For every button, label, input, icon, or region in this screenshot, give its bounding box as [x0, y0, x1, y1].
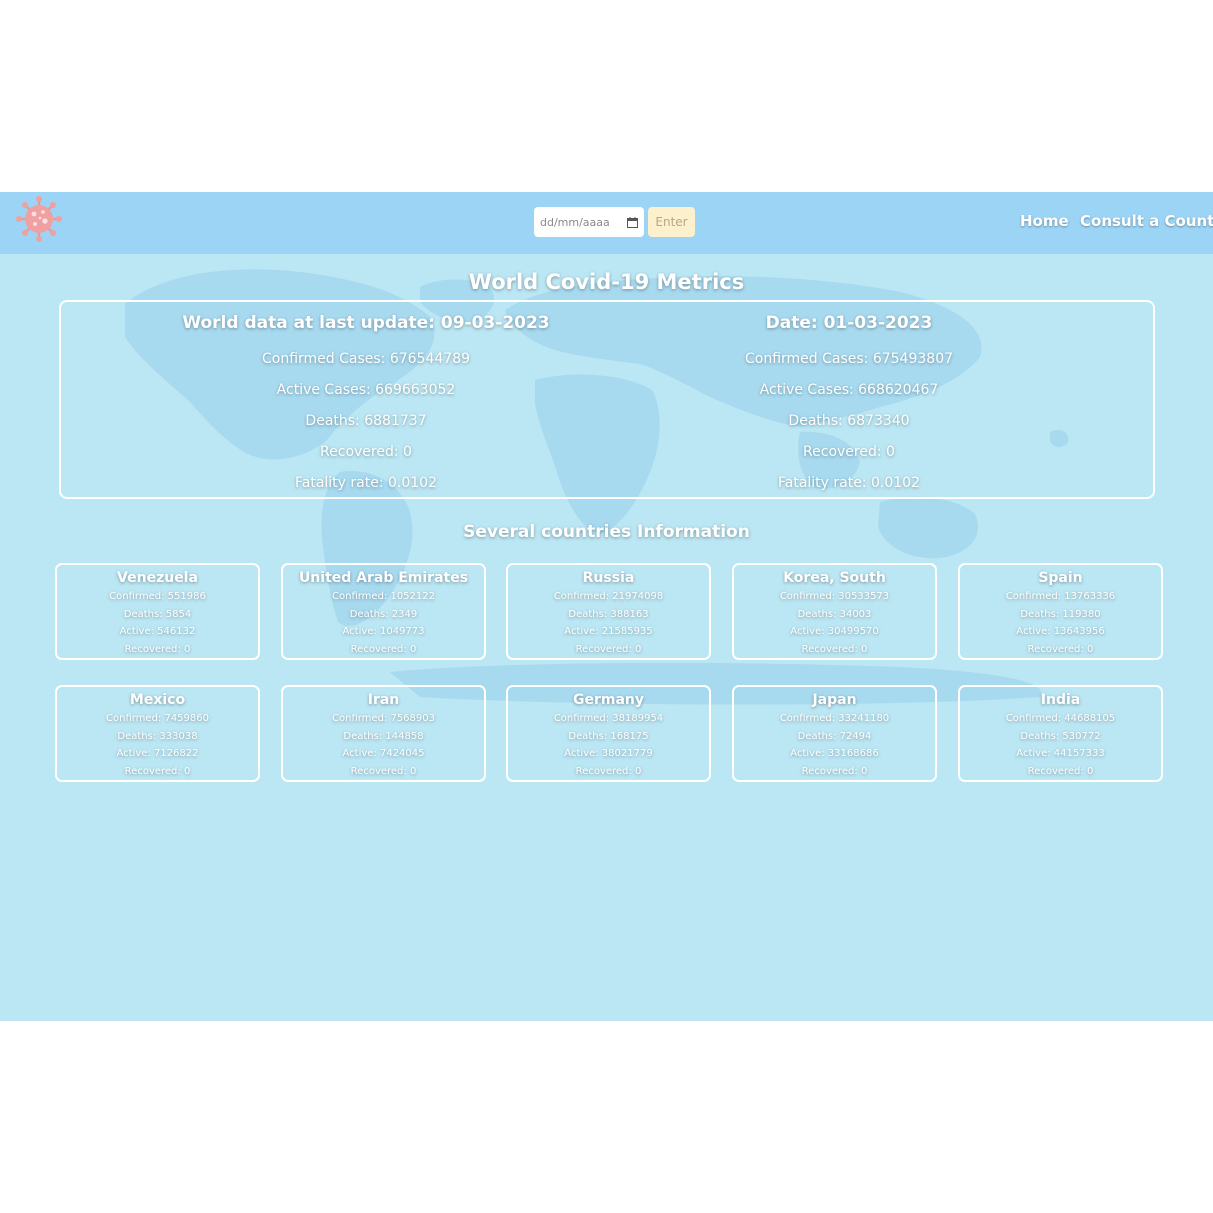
nav-home-link[interactable]: Home	[1020, 212, 1069, 230]
country-deaths: Deaths: 2349	[349, 608, 418, 620]
country-deaths: Deaths: 144858	[343, 730, 424, 742]
selected-deaths: Deaths: 6873340	[788, 413, 910, 429]
country-name: United Arab Emirates	[298, 570, 469, 586]
country-deaths: Deaths: 168175	[568, 730, 649, 742]
country-deaths: Deaths: 333038	[117, 730, 198, 742]
country-deaths: Deaths: 72494	[797, 730, 872, 742]
latest-fatality-rate: Fatality rate: 0.0102	[294, 475, 437, 491]
world-selected-date-panel: Date: 01-03-2023 Confirmed Cases: 675493…	[599, 310, 1099, 499]
country-card-spain: Spain Confirmed: 13763336 Deaths: 119380…	[958, 563, 1163, 660]
date-input[interactable]: dd/mm/aaaa	[534, 207, 644, 237]
calendar-icon[interactable]	[627, 216, 638, 228]
country-deaths: Deaths: 388163	[568, 608, 649, 620]
country-recovered: Recovered: 0	[801, 643, 868, 655]
country-recovered: Recovered: 0	[575, 643, 642, 655]
country-card-venezuela: Venezuela Confirmed: 551986 Deaths: 5854…	[55, 563, 260, 660]
selected-confirmed: Confirmed Cases: 675493807	[744, 351, 954, 367]
country-active: Active: 7424045	[342, 748, 425, 760]
country-confirmed: Confirmed: 7459860	[106, 713, 209, 724]
country-deaths: Deaths: 530772	[1020, 730, 1101, 742]
enter-button[interactable]: Enter	[648, 207, 695, 237]
country-name: Germany	[572, 692, 645, 708]
country-recovered: Recovered: 0	[575, 765, 642, 777]
country-name: Venezuela	[117, 570, 198, 586]
country-confirmed: Confirmed: 7568903	[332, 713, 435, 724]
country-confirmed: Confirmed: 551986	[109, 591, 206, 602]
country-card-korea-south: Korea, South Confirmed: 30533573 Deaths:…	[732, 563, 937, 660]
country-confirmed: Confirmed: 13763336	[1005, 591, 1116, 602]
country-active: Active: 7126822	[116, 748, 199, 760]
country-confirmed: Confirmed: 33241180	[779, 713, 890, 724]
country-recovered: Recovered: 0	[801, 765, 868, 777]
selected-active: Active Cases: 668620467	[759, 382, 939, 398]
country-recovered: Recovered: 0	[1027, 765, 1094, 777]
country-confirmed: Confirmed: 1052122	[332, 591, 435, 602]
country-card-mexico: Mexico Confirmed: 7459860 Deaths: 333038…	[55, 685, 260, 782]
country-recovered: Recovered: 0	[350, 765, 417, 777]
country-name: Mexico	[129, 692, 186, 708]
country-active: Active: 1049773	[342, 626, 425, 638]
country-recovered: Recovered: 0	[350, 643, 417, 655]
country-card-india: India Confirmed: 44688105 Deaths: 530772…	[958, 685, 1163, 782]
app-viewport: dd/mm/aaaa Enter Home Consult a Country …	[0, 192, 1213, 1021]
country-card-japan: Japan Confirmed: 33241180 Deaths: 72494 …	[732, 685, 937, 782]
latest-deaths: Deaths: 6881737	[305, 413, 427, 429]
country-confirmed: Confirmed: 44688105	[1005, 713, 1116, 724]
country-name: Russia	[582, 570, 635, 586]
country-name: India	[1040, 692, 1081, 708]
country-deaths: Deaths: 5854	[123, 608, 192, 620]
selected-date-heading: Date: 01-03-2023	[765, 313, 933, 333]
navbar: dd/mm/aaaa Enter Home Consult a Country	[0, 192, 1213, 254]
country-deaths: Deaths: 119380	[1020, 608, 1101, 620]
country-confirmed: Confirmed: 21974098	[553, 591, 664, 602]
country-card-iran: Iran Confirmed: 7568903 Deaths: 144858 A…	[281, 685, 486, 782]
latest-active: Active Cases: 669663052	[276, 382, 456, 398]
selected-recovered: Recovered: 0	[803, 444, 895, 460]
country-card-united-arab-emirates: United Arab Emirates Confirmed: 1052122 …	[281, 563, 486, 660]
latest-recovered: Recovered: 0	[320, 444, 412, 460]
country-active: Active: 21585935	[564, 626, 653, 638]
country-deaths: Deaths: 34003	[797, 608, 872, 620]
country-name: Korea, South	[783, 570, 886, 586]
country-confirmed: Confirmed: 30533573	[779, 591, 890, 602]
country-recovered: Recovered: 0	[124, 643, 191, 655]
world-metrics-box: World data at last update: 09-03-2023 Co…	[59, 300, 1155, 499]
virus-icon[interactable]	[16, 196, 62, 242]
country-name: Spain	[1038, 570, 1083, 586]
country-active: Active: 33168686	[790, 748, 879, 760]
country-active: Active: 30499570	[790, 626, 879, 638]
selected-fatality-rate: Fatality rate: 0.0102	[777, 475, 920, 491]
world-latest-panel: World data at last update: 09-03-2023 Co…	[116, 310, 616, 499]
countries-section-title: Several countries Information	[463, 522, 750, 542]
country-name: Iran	[367, 692, 400, 708]
country-active: Active: 13643956	[1016, 626, 1105, 638]
latest-update-heading: World data at last update: 09-03-2023	[182, 313, 550, 333]
country-active: Active: 546132	[119, 626, 196, 638]
country-card-germany: Germany Confirmed: 38189954 Deaths: 1681…	[506, 685, 711, 782]
latest-confirmed: Confirmed Cases: 676544789	[261, 351, 471, 367]
country-card-russia: Russia Confirmed: 21974098 Deaths: 38816…	[506, 563, 711, 660]
country-name: Japan	[812, 692, 857, 708]
nav-consult-country-link[interactable]: Consult a Country	[1080, 212, 1213, 230]
country-recovered: Recovered: 0	[124, 765, 191, 777]
country-active: Active: 38021779	[564, 748, 653, 760]
country-confirmed: Confirmed: 38189954	[553, 713, 664, 724]
page-title: World Covid-19 Metrics	[468, 270, 745, 294]
country-active: Active: 44157333	[1016, 748, 1105, 760]
date-placeholder: dd/mm/aaaa	[540, 215, 610, 229]
country-recovered: Recovered: 0	[1027, 643, 1094, 655]
